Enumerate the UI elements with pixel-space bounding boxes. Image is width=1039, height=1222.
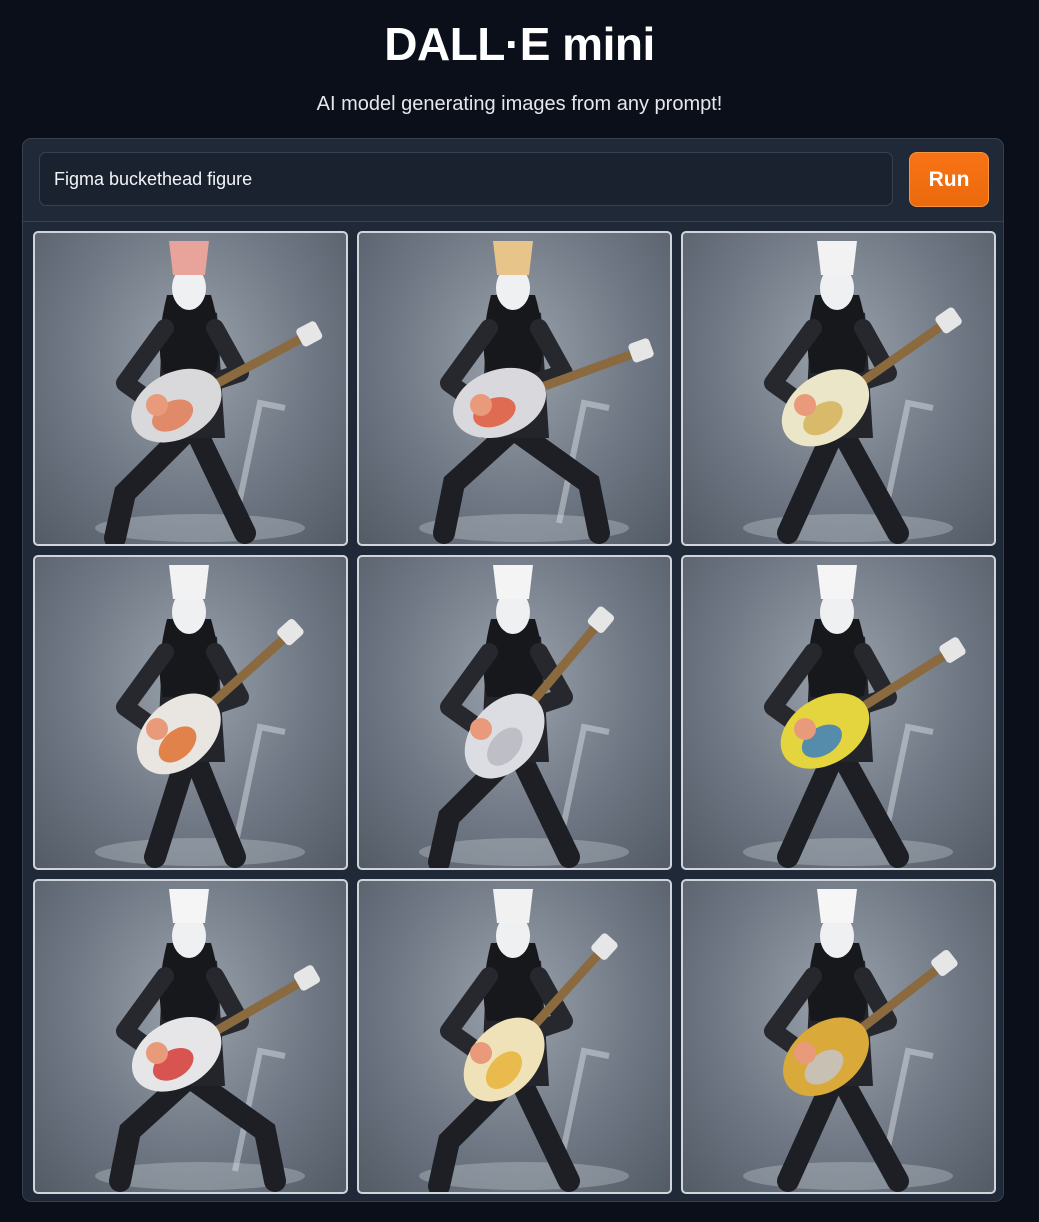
- figure-illustration: [743, 241, 962, 544]
- figure-illustration: [419, 565, 629, 868]
- generated-image[interactable]: [681, 555, 996, 870]
- generated-image[interactable]: [681, 231, 996, 546]
- figure-illustration: [95, 241, 323, 544]
- generated-image[interactable]: [33, 231, 348, 546]
- generated-image[interactable]: [357, 231, 672, 546]
- figure-illustration: [743, 565, 966, 868]
- generator-panel: Run: [22, 138, 1004, 1202]
- figure-illustration: [419, 241, 654, 544]
- generated-image[interactable]: [357, 555, 672, 870]
- page-subtitle: AI model generating images from any prom…: [316, 93, 723, 115]
- figure-illustration: [419, 889, 629, 1192]
- run-button[interactable]: Run: [909, 152, 989, 207]
- page-title: DALL·E mini: [384, 18, 655, 70]
- figure-illustration: [95, 565, 305, 868]
- generated-image[interactable]: [357, 879, 672, 1194]
- prompt-row: Run: [23, 139, 1003, 222]
- figure-illustration: [95, 889, 321, 1192]
- generated-image[interactable]: [33, 555, 348, 870]
- prompt-input[interactable]: [39, 152, 893, 206]
- figure-illustration: [743, 889, 958, 1192]
- generated-image[interactable]: [33, 879, 348, 1194]
- generated-image[interactable]: [681, 879, 996, 1194]
